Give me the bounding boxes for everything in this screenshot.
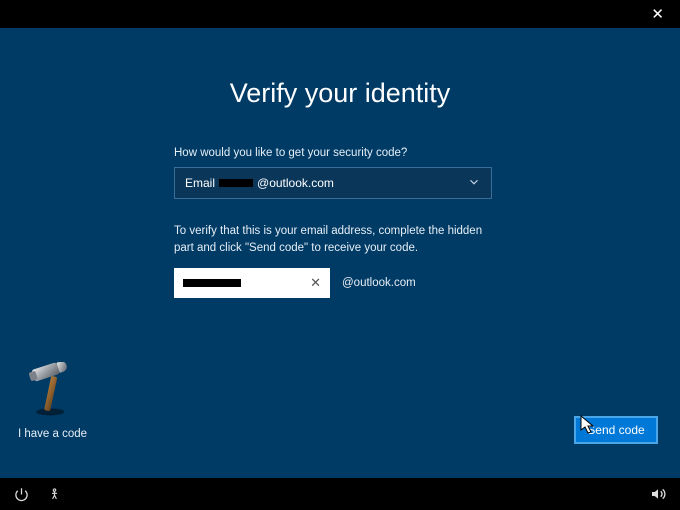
redacted-email-user: [219, 179, 253, 187]
content-area: Verify your identity How would you like …: [0, 28, 680, 478]
power-icon[interactable]: [14, 487, 29, 502]
security-code-method-select[interactable]: Email @outlook.com: [174, 167, 492, 199]
chevron-down-icon: [467, 175, 481, 192]
accessibility-icon[interactable]: [47, 487, 62, 502]
form-area: How would you like to get your security …: [174, 147, 506, 298]
have-code-link[interactable]: I have a code: [18, 428, 87, 440]
email-domain-suffix: @outlook.com: [342, 277, 416, 289]
send-code-button[interactable]: Send code: [574, 416, 658, 444]
instruction-text: To verify that this is your email addres…: [174, 223, 494, 256]
taskbar: [0, 478, 680, 510]
select-value: Email @outlook.com: [185, 176, 334, 190]
redacted-input-value: [183, 279, 241, 287]
clear-input-icon[interactable]: ✕: [310, 275, 321, 291]
hammer-icon: [24, 362, 80, 418]
prompt-text: How would you like to get your security …: [174, 147, 506, 159]
title-bar: ✕: [0, 0, 680, 28]
volume-icon[interactable]: [650, 486, 666, 502]
email-input[interactable]: ✕: [174, 268, 330, 298]
close-icon[interactable]: ✕: [651, 5, 664, 23]
email-row: ✕ @outlook.com: [174, 268, 506, 298]
page-title: Verify your identity: [0, 28, 680, 109]
